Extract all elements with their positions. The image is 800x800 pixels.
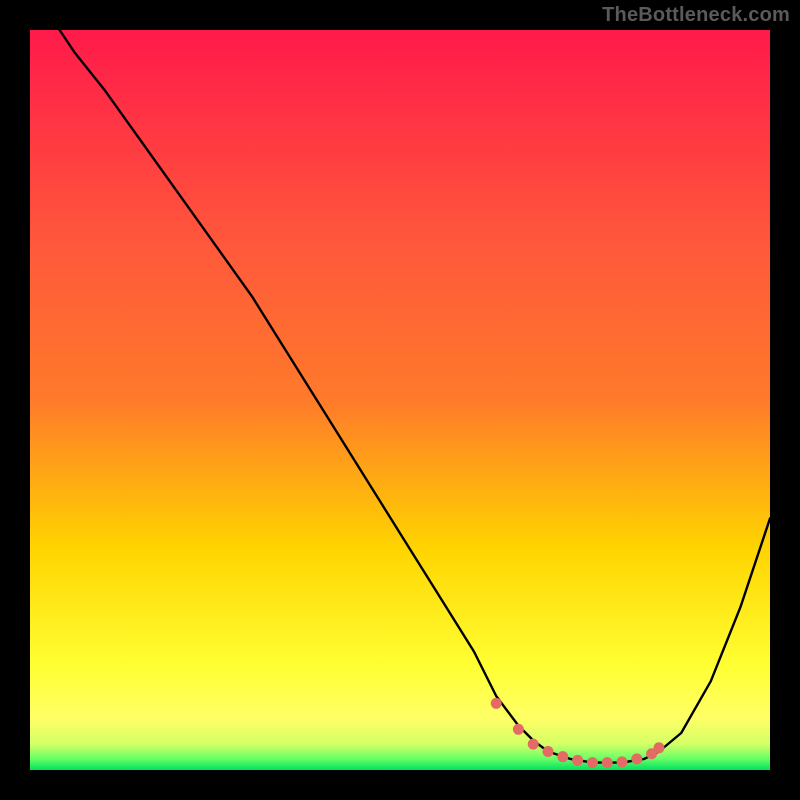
highlight-dot	[543, 746, 554, 757]
plot-area	[30, 30, 770, 770]
chart-svg	[30, 30, 770, 770]
chart-frame: TheBottleneck.com	[0, 0, 800, 800]
highlight-dot	[513, 724, 524, 735]
highlight-dot	[491, 698, 502, 709]
highlight-dot	[602, 757, 613, 768]
highlight-dot	[572, 755, 583, 766]
highlight-dot	[631, 753, 642, 764]
highlight-dot	[557, 751, 568, 762]
highlight-dot	[617, 756, 628, 767]
highlight-dot	[528, 739, 539, 750]
highlight-dot	[587, 757, 598, 768]
watermark-text: TheBottleneck.com	[602, 4, 790, 27]
highlight-dot	[654, 742, 665, 753]
